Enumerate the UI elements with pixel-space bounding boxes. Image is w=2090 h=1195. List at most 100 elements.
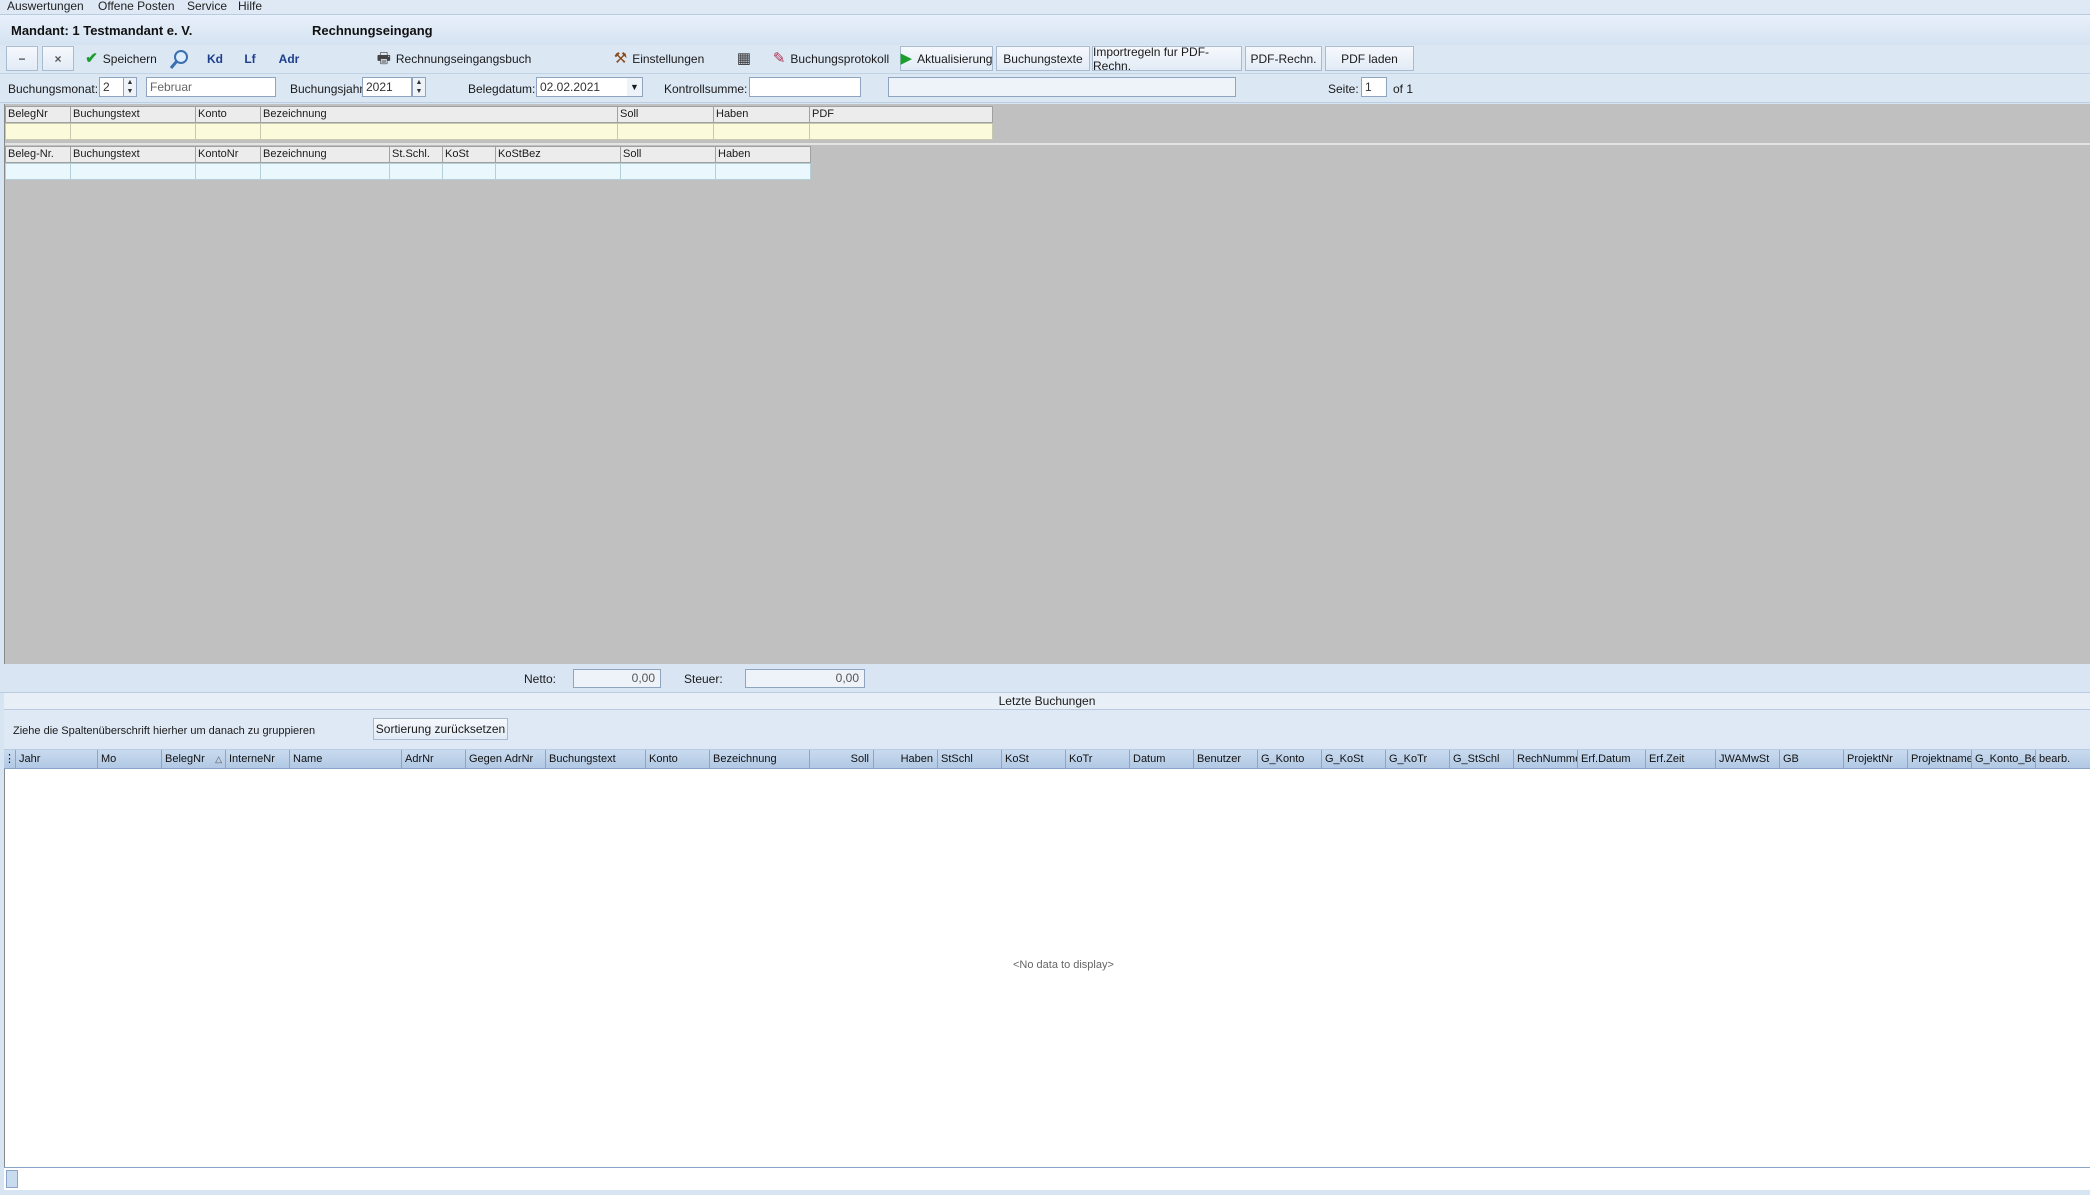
menu-auswertungen[interactable]: Auswertungen xyxy=(7,0,84,13)
month-spinner[interactable]: ▲ ▼ xyxy=(123,77,137,97)
grid1-header-soll[interactable]: Soll xyxy=(617,106,714,123)
col-g-kost[interactable]: G_KoSt xyxy=(1322,750,1386,768)
save-button[interactable]: ✔ Speichern xyxy=(80,46,162,71)
grid1-header-buchungstext[interactable]: Buchungstext xyxy=(70,106,196,123)
year-input[interactable] xyxy=(362,77,412,97)
grid1-cell-haben[interactable] xyxy=(713,123,810,140)
col-bezeichnung[interactable]: Bezeichnung xyxy=(710,750,810,768)
journal-button[interactable]: 🖶 Rechnungseingangsbuch xyxy=(376,46,532,71)
grid2-header-kontonr[interactable]: KontoNr xyxy=(195,146,261,163)
grid2-cell-soll[interactable] xyxy=(620,163,716,180)
grid1-cell-soll[interactable] xyxy=(617,123,714,140)
grid1-header-bezeichnung[interactable]: Bezeichnung xyxy=(260,106,618,123)
refresh-button[interactable]: ▶ Aktualisierung xyxy=(900,46,993,71)
menu-service[interactable]: Service xyxy=(187,0,227,13)
search-button[interactable] xyxy=(164,46,194,71)
journal-label: Rechnungseingangsbuch xyxy=(395,51,532,66)
date-dropdown-icon[interactable]: ▼ xyxy=(627,77,643,97)
grid2-cell-buchungstext[interactable] xyxy=(70,163,196,180)
kd-button[interactable]: Kd xyxy=(200,46,230,71)
filter-row-bar xyxy=(4,1167,2090,1190)
col-belegnr[interactable]: BelegNr △ xyxy=(162,750,226,768)
col-erf-datum[interactable]: Erf.Datum xyxy=(1578,750,1646,768)
group-panel[interactable]: Ziehe die Spaltenüberschrift hierher um … xyxy=(4,710,2090,750)
grid2-cell-bezeichnung[interactable] xyxy=(260,163,390,180)
col-stschl[interactable]: StSchl xyxy=(938,750,1002,768)
grid2-header-haben[interactable]: Haben xyxy=(715,146,811,163)
grid2-cell-stschl[interactable] xyxy=(389,163,443,180)
import-rules-button[interactable]: Importregeln fur PDF-Rechn. xyxy=(1092,45,1242,73)
checksum-label: Kontrollsumme: xyxy=(664,82,748,96)
grid2-header-beleg-nr[interactable]: Beleg-Nr. xyxy=(5,146,71,163)
year-spinner[interactable]: ▲ ▼ xyxy=(412,77,426,97)
menu-offene-posten[interactable]: Offene Posten xyxy=(98,0,175,13)
grid1-cell-bezeichnung[interactable] xyxy=(260,123,618,140)
col-jwamwst[interactable]: JWAMwSt xyxy=(1716,750,1780,768)
reset-sort-button[interactable]: Sortierung zurücksetzen xyxy=(373,718,508,740)
menu-hilfe[interactable]: Hilfe xyxy=(238,0,262,13)
settings-button[interactable]: ⚒ Einstellungen xyxy=(612,46,706,71)
grid2-header-soll[interactable]: Soll xyxy=(620,146,716,163)
col-kotr[interactable]: KoTr xyxy=(1066,750,1130,768)
pdf-load-button[interactable]: PDF laden xyxy=(1325,46,1414,71)
col-name[interactable]: Name xyxy=(290,750,402,768)
settings-label: Einstellungen xyxy=(632,51,705,66)
recent-grid-body[interactable]: <No data to display> xyxy=(4,769,2090,1167)
col-projektnr[interactable]: ProjektNr xyxy=(1844,750,1908,768)
grid1-cell-buchungstext[interactable] xyxy=(70,123,196,140)
grid2-cell-kostbez[interactable] xyxy=(495,163,621,180)
calculator-button[interactable]: ▦ xyxy=(730,46,758,71)
col-g-konto[interactable]: G_Konto xyxy=(1258,750,1322,768)
col-benutzer[interactable]: Benutzer xyxy=(1194,750,1258,768)
grid2-cell-kost[interactable] xyxy=(442,163,496,180)
checksum-input[interactable] xyxy=(749,77,861,97)
col-rechnummer[interactable]: RechNummer xyxy=(1514,750,1578,768)
col-adrnr[interactable]: AdrNr xyxy=(402,750,466,768)
col-bearb[interactable]: bearb. xyxy=(2036,750,2090,768)
grid2-cell-beleg-nr[interactable] xyxy=(5,163,71,180)
close-button[interactable]: × xyxy=(42,46,74,71)
play-icon: ▶ xyxy=(900,50,913,67)
grid2-header-stschl[interactable]: St.Schl. xyxy=(389,146,443,163)
grid1-cell-belegnr[interactable] xyxy=(5,123,71,140)
col-haben[interactable]: Haben xyxy=(874,750,938,768)
grid1-cell-konto[interactable] xyxy=(195,123,261,140)
grid1-header-belegnr[interactable]: BelegNr xyxy=(5,106,71,123)
column-chooser-icon[interactable]: ⋮ xyxy=(4,750,16,768)
close-icon: × xyxy=(54,51,62,66)
col-gegen-adrnr[interactable]: Gegen AdrNr xyxy=(466,750,546,768)
col-mo[interactable]: Mo xyxy=(98,750,162,768)
pdf-invoice-button[interactable]: PDF-Rechn. xyxy=(1245,46,1322,71)
lf-button[interactable]: Lf xyxy=(235,46,265,71)
grid1-header-konto[interactable]: Konto xyxy=(195,106,261,123)
grid2-cell-kontonr[interactable] xyxy=(195,163,261,180)
col-g-kotr[interactable]: G_KoTr xyxy=(1386,750,1450,768)
col-datum[interactable]: Datum xyxy=(1130,750,1194,768)
grid1-header-pdf[interactable]: PDF xyxy=(809,106,993,123)
grid2-header-kost[interactable]: KoSt xyxy=(442,146,496,163)
date-input[interactable] xyxy=(536,77,628,97)
col-erf-zeit[interactable]: Erf.Zeit xyxy=(1646,750,1716,768)
protocol-icon: ✎ xyxy=(772,50,786,67)
col-internenr[interactable]: InterneNr xyxy=(226,750,290,768)
minimize-button[interactable]: − xyxy=(6,46,38,71)
col-g-konto-be[interactable]: G_Konto_Be xyxy=(1972,750,2036,768)
grid2-header-bezeichnung[interactable]: Bezeichnung xyxy=(260,146,390,163)
col-soll[interactable]: Soll xyxy=(810,750,874,768)
protocol-button[interactable]: ✎ Buchungsprotokoll xyxy=(772,46,890,71)
col-buchungstext[interactable]: Buchungstext xyxy=(546,750,646,768)
col-konto[interactable]: Konto xyxy=(646,750,710,768)
col-gb[interactable]: GB xyxy=(1780,750,1844,768)
grid2-header-buchungstext[interactable]: Buchungstext xyxy=(70,146,196,163)
page-input[interactable] xyxy=(1361,77,1387,97)
col-projektname[interactable]: Projektname xyxy=(1908,750,1972,768)
col-jahr[interactable]: Jahr xyxy=(16,750,98,768)
adr-button[interactable]: Adr xyxy=(272,46,306,71)
booking-texts-button[interactable]: Buchungstexte xyxy=(996,46,1090,71)
grid1-header-haben[interactable]: Haben xyxy=(713,106,810,123)
grid1-cell-pdf[interactable] xyxy=(809,123,993,140)
grid2-header-kostbez[interactable]: KoStBez xyxy=(495,146,621,163)
col-g-stschl[interactable]: G_StSchl xyxy=(1450,750,1514,768)
grid2-cell-haben[interactable] xyxy=(715,163,811,180)
col-kost[interactable]: KoSt xyxy=(1002,750,1066,768)
